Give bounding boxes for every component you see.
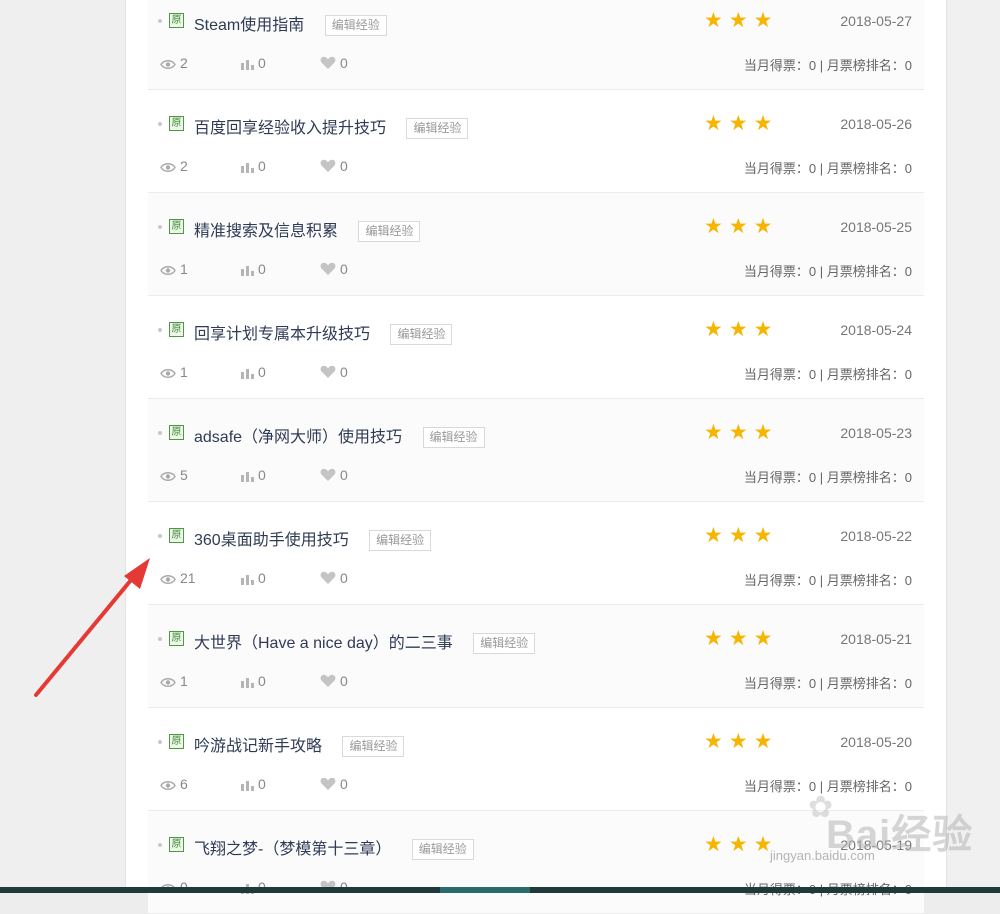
taskbar-strip bbox=[0, 887, 1000, 893]
baidu-jingyan-watermark: ✿ Bai经验 jingyan.baidu.com bbox=[770, 790, 972, 870]
taskbar-segment bbox=[440, 887, 530, 893]
watermark-url: jingyan.baidu.com bbox=[770, 848, 875, 863]
annotation-arrow bbox=[34, 558, 150, 697]
